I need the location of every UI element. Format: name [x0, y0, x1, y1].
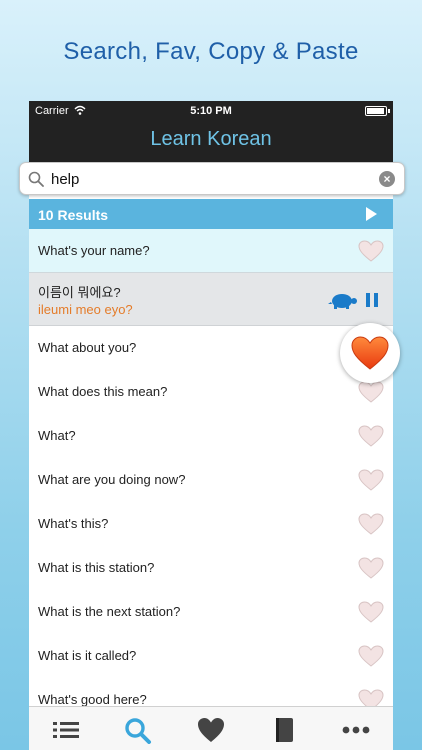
- list-item[interactable]: What's this?: [29, 502, 393, 547]
- favorites-heart-icon[interactable]: [196, 716, 226, 744]
- list-item[interactable]: What is this station?: [29, 546, 393, 591]
- heart-icon[interactable]: [358, 425, 384, 447]
- search-bar: ×: [19, 162, 405, 195]
- heart-icon[interactable]: [358, 240, 384, 262]
- book-icon[interactable]: [269, 716, 299, 744]
- list-item-playing[interactable]: 이름이 뭐에요? ileumi meo eyo?: [29, 273, 393, 326]
- heart-icon[interactable]: [358, 557, 384, 579]
- headline: Search, Fav, Copy & Paste: [63, 38, 359, 65]
- romanization-text: ileumi meo eyo?: [38, 302, 133, 317]
- status-time: 5:10 PM: [190, 105, 232, 117]
- results-count: 10 Results: [38, 207, 109, 223]
- pause-icon[interactable]: [366, 293, 378, 307]
- korean-text: 이름이 뭐에요?: [38, 285, 121, 300]
- more-icon[interactable]: [341, 716, 371, 744]
- clear-search-icon[interactable]: ×: [379, 171, 395, 187]
- nav-title: Learn Korean: [29, 121, 393, 163]
- heart-icon[interactable]: [358, 381, 384, 403]
- battery-icon: [365, 106, 390, 116]
- turtle-slow-icon[interactable]: [328, 292, 358, 310]
- list-item[interactable]: What is it called?: [29, 634, 393, 679]
- list-item[interactable]: What does this mean?: [29, 370, 393, 415]
- phrase-text: What does this mean?: [38, 384, 168, 399]
- results-list: What's your name? 이름이 뭐에요? ileumi meo ey…: [29, 229, 393, 723]
- heart-icon[interactable]: [358, 513, 384, 535]
- phrase-text: What are you doing now?: [38, 472, 186, 487]
- play-all-icon[interactable]: [366, 207, 377, 221]
- list-item[interactable]: What about you?: [29, 326, 393, 371]
- favorite-added-bubble[interactable]: [340, 323, 400, 383]
- heart-icon[interactable]: [358, 645, 384, 667]
- phone-screen: Carrier 5:10 PM Learn Korean 10 Results …: [29, 101, 393, 750]
- list-item[interactable]: What's your name?: [29, 229, 393, 273]
- list-item[interactable]: What?: [29, 414, 393, 459]
- status-bar: Carrier 5:10 PM: [29, 101, 393, 121]
- phrase-text: What's your name?: [38, 243, 150, 258]
- phrase-text: What's good here?: [38, 692, 147, 707]
- heart-icon[interactable]: [358, 601, 384, 623]
- phrase-text: What is the next station?: [38, 604, 181, 619]
- phrase-text: What about you?: [38, 340, 137, 355]
- search-icon: [28, 171, 44, 187]
- tab-bar: [29, 706, 393, 750]
- list-item[interactable]: What are you doing now?: [29, 458, 393, 503]
- results-header: 10 Results: [29, 199, 393, 229]
- phrase-text: What is it called?: [38, 648, 137, 663]
- list-icon[interactable]: [51, 716, 81, 744]
- heart-icon[interactable]: [358, 469, 384, 491]
- search-tab-icon[interactable]: [123, 716, 153, 744]
- heart-favorite-icon: [351, 336, 389, 370]
- phrase-text: What?: [38, 428, 76, 443]
- search-input[interactable]: [51, 167, 371, 191]
- phrase-text: What's this?: [38, 516, 109, 531]
- phrase-text: What is this station?: [38, 560, 155, 575]
- list-item[interactable]: What is the next station?: [29, 590, 393, 635]
